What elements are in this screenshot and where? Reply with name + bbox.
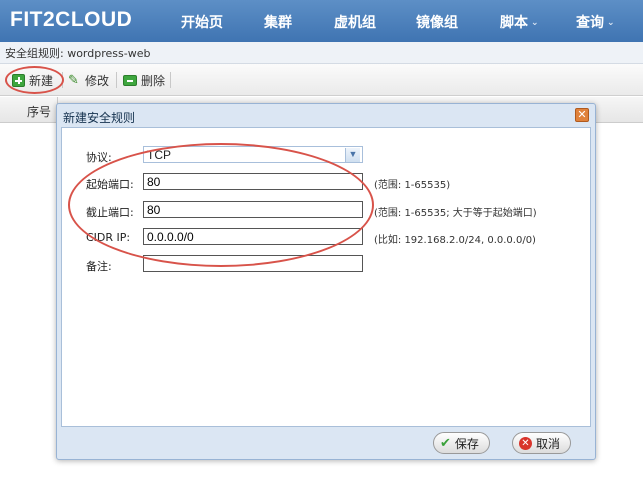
note-label: 备注: xyxy=(86,260,112,273)
cancel-button[interactable]: ✕ 取消 xyxy=(512,432,572,454)
toolbar-divider xyxy=(170,72,171,88)
page-subtitle: 安全组规则: wordpress-web xyxy=(0,42,643,64)
chevron-down-icon: ⌄ xyxy=(531,18,539,28)
cancel-button-label: 取消 xyxy=(536,436,561,451)
delete-button[interactable]: 删除 xyxy=(123,72,165,89)
chevron-down-icon: ⌄ xyxy=(607,18,615,28)
save-button[interactable]: ✔ 保存 xyxy=(433,432,490,454)
delete-button-label: 删除 xyxy=(141,74,166,88)
close-icon[interactable]: ✕ xyxy=(575,108,589,122)
end-port-hint: (范围: 1-65535; 大于等于起始端口) xyxy=(374,208,537,219)
app-logo[interactable]: FIT2CLOUD xyxy=(10,8,132,32)
nav-item-image-group[interactable]: 镜像组 xyxy=(416,12,458,32)
pencil-icon: ✎ xyxy=(68,73,79,88)
nav-item-query[interactable]: 查询 ⌄ xyxy=(576,12,615,32)
cancel-icon: ✕ xyxy=(519,436,532,450)
annotation-ellipse xyxy=(68,143,374,267)
nav-item-vm-group[interactable]: 虚机组 xyxy=(334,12,376,32)
nav-item-home[interactable]: 开始页 xyxy=(181,12,223,32)
nav-item-script[interactable]: 脚本 ⌄ xyxy=(500,12,539,32)
toolbar-divider xyxy=(116,72,117,88)
edit-button-label: 修改 xyxy=(85,74,110,88)
start-port-hint: (范围: 1-65535) xyxy=(374,180,451,191)
delete-icon xyxy=(123,75,137,86)
cidr-hint: (比如: 192.168.2.0/24, 0.0.0.0/0) xyxy=(374,235,536,246)
save-button-label: 保存 xyxy=(454,436,479,451)
top-nav-bar: FIT2CLOUD 开始页 集群 虚机组 镜像组 脚本 ⌄ 查询 ⌄ xyxy=(0,0,643,42)
dialog-footer: ✔ 保存 ✕ 取消 xyxy=(61,429,591,457)
dialog-title: 新建安全规则 xyxy=(63,111,136,125)
toolbar: 新建 ✎ 修改 删除 xyxy=(0,64,643,96)
annotation-ellipse xyxy=(5,66,64,94)
nav-item-cluster[interactable]: 集群 xyxy=(264,12,292,32)
check-icon: ✔ xyxy=(440,435,451,451)
column-header-seq[interactable]: 序号 xyxy=(27,103,51,120)
chevron-down-icon: ▼ xyxy=(345,148,360,162)
edit-button[interactable]: ✎ 修改 xyxy=(68,72,109,89)
